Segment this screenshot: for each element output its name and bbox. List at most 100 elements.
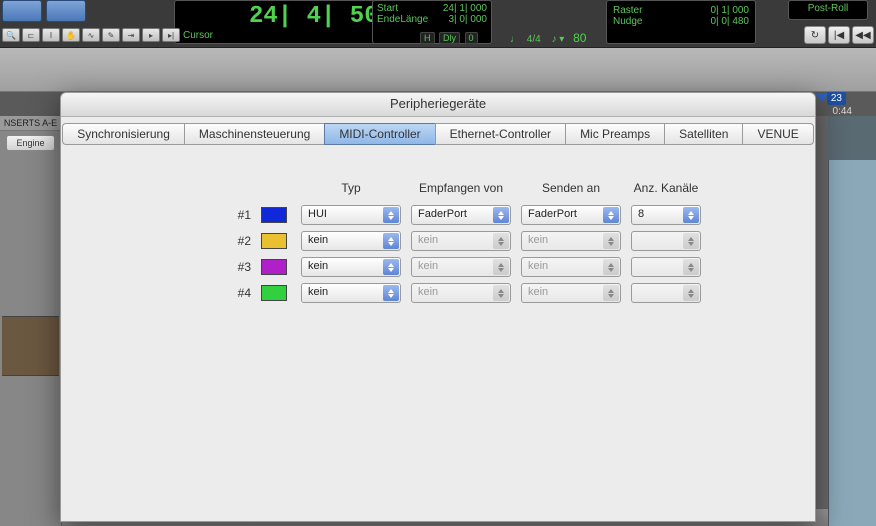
stepper-arrows-icon bbox=[493, 285, 509, 301]
stepper-arrows-icon[interactable] bbox=[383, 285, 399, 301]
playhead-icon[interactable] bbox=[816, 94, 828, 102]
meter-icon[interactable]: ♩ bbox=[510, 34, 520, 45]
track-name-button[interactable]: Engine bbox=[6, 135, 55, 151]
tool-scrub[interactable]: ∿ bbox=[82, 28, 100, 42]
main-counter-value: 24| 4| 506 bbox=[175, 1, 403, 30]
dialog-title: Peripheriegeräte bbox=[61, 93, 815, 117]
stepper-arrows-icon bbox=[683, 285, 699, 301]
channels-select bbox=[631, 231, 701, 251]
start-value: 24| 1| 000 bbox=[443, 3, 487, 14]
main-counter: 24| 4| 506 Cursor bbox=[174, 0, 404, 44]
dly-value: 0 bbox=[465, 32, 478, 44]
col-channels: Anz. Kanäle bbox=[631, 181, 701, 195]
inserts-header: NSERTS A-E bbox=[0, 116, 61, 131]
postroll-label: Post-Roll bbox=[808, 3, 849, 14]
col-receive: Empfangen von bbox=[411, 181, 511, 195]
length-label: Länge bbox=[400, 14, 428, 25]
tempo-row: ♩ 4/4 ♪ ▾ 80 bbox=[510, 31, 586, 45]
row-number: #4 bbox=[211, 286, 251, 300]
tool-select[interactable]: I bbox=[42, 28, 60, 42]
tool-pencil[interactable]: ✎ bbox=[102, 28, 120, 42]
transport-rtz-button[interactable]: |◀ bbox=[828, 26, 850, 44]
stepper-arrows-icon bbox=[603, 259, 619, 275]
length-value: 3| 0| 000 bbox=[448, 14, 487, 25]
color-swatch[interactable] bbox=[261, 207, 287, 223]
type-select[interactable]: kein bbox=[301, 231, 401, 251]
clip-region[interactable] bbox=[828, 160, 876, 526]
receive-select[interactable]: FaderPort bbox=[411, 205, 511, 225]
send-select: kein bbox=[521, 283, 621, 303]
tool-grab[interactable]: ✋ bbox=[62, 28, 80, 42]
stepper-arrows-icon bbox=[493, 233, 509, 249]
tool-trim[interactable]: ⊏ bbox=[22, 28, 40, 42]
dly-row: H Dly 0 bbox=[420, 33, 480, 43]
raster-value: 0| 1| 000 bbox=[710, 5, 749, 16]
timeline-top-right bbox=[828, 116, 876, 160]
tab-midi-controller[interactable]: MIDI-Controller bbox=[324, 123, 434, 145]
stepper-arrows-icon[interactable] bbox=[603, 207, 619, 223]
receive-select: kein bbox=[411, 283, 511, 303]
mode-buttons bbox=[2, 0, 86, 22]
channels-select[interactable]: 8 bbox=[631, 205, 701, 225]
color-swatch[interactable] bbox=[261, 259, 287, 275]
end-label: Ende bbox=[377, 14, 400, 25]
dialog-tabbar: SynchronisierungMaschinensteuerungMIDI-C… bbox=[61, 123, 815, 145]
channels-select bbox=[631, 257, 701, 277]
receive-select: kein bbox=[411, 257, 511, 277]
tab-venue[interactable]: VENUE bbox=[742, 123, 813, 145]
stepper-arrows-icon bbox=[493, 259, 509, 275]
type-select[interactable]: kein bbox=[301, 257, 401, 277]
grid-header: Typ Empfangen von Senden an Anz. Kanäle bbox=[211, 181, 815, 195]
raster-label: Raster bbox=[613, 5, 642, 16]
tempo-arrow-icon[interactable]: ▾ bbox=[559, 34, 564, 45]
tab-synchronisierung[interactable]: Synchronisierung bbox=[62, 123, 184, 145]
dly-h-icon[interactable]: H bbox=[420, 32, 435, 44]
col-send: Senden an bbox=[521, 181, 621, 195]
tool-extra2[interactable]: ▸| bbox=[162, 28, 180, 42]
stepper-arrows-icon[interactable] bbox=[383, 207, 399, 223]
receive-select: kein bbox=[411, 231, 511, 251]
send-select[interactable]: FaderPort bbox=[521, 205, 621, 225]
tempo-value: 80 bbox=[573, 31, 586, 45]
stepper-arrows-icon[interactable] bbox=[383, 233, 399, 249]
transport-loop-button[interactable]: ↻ bbox=[804, 26, 826, 44]
tab-mic-preamps[interactable]: Mic Preamps bbox=[565, 123, 664, 145]
nudge-label: Nudge bbox=[613, 16, 642, 27]
transport-rewind-button[interactable]: ◀◀ bbox=[852, 26, 874, 44]
edit-tools: 🔍 ⊏ I ✋ ∿ ✎ ⇥ ▸ ▸| bbox=[2, 28, 180, 42]
stepper-arrows-icon[interactable] bbox=[383, 259, 399, 275]
time-sig: 4/4 bbox=[527, 34, 541, 45]
color-swatch[interactable] bbox=[261, 285, 287, 301]
send-select: kein bbox=[521, 257, 621, 277]
nudge-box: Raster0| 1| 000 Nudge0| 0| 480 bbox=[606, 0, 756, 44]
tool-extra1[interactable]: ▸ bbox=[142, 28, 160, 42]
ruler-marker: 23 bbox=[827, 92, 846, 105]
type-select[interactable]: HUI bbox=[301, 205, 401, 225]
stepper-arrows-icon[interactable] bbox=[493, 207, 509, 223]
controller-row: #4 kein kein kein bbox=[211, 283, 815, 303]
postroll-box: Post-Roll bbox=[788, 0, 868, 20]
type-select[interactable]: kein bbox=[301, 283, 401, 303]
mode-button-2[interactable] bbox=[46, 0, 86, 22]
col-type: Typ bbox=[301, 181, 401, 195]
controller-row: #1HUIFaderPortFaderPort8 bbox=[211, 205, 815, 225]
stepper-arrows-icon bbox=[683, 233, 699, 249]
dly-label[interactable]: Dly bbox=[439, 32, 460, 44]
note-icon[interactable]: ♪ bbox=[551, 34, 556, 45]
stepper-arrows-icon[interactable] bbox=[683, 207, 699, 223]
track-sidebar: NSERTS A-E Engine bbox=[0, 116, 62, 526]
tab-maschinensteuerung[interactable]: Maschinensteuerung bbox=[184, 123, 324, 145]
start-label: Start bbox=[377, 3, 398, 14]
ruler-strip bbox=[0, 48, 876, 92]
channels-select bbox=[631, 283, 701, 303]
top-toolbar: 24| 4| 506 Cursor Start 24| 1| 000 Ende L… bbox=[0, 0, 876, 48]
tab-ethernet-controller[interactable]: Ethernet-Controller bbox=[435, 123, 565, 145]
peripherals-dialog: Peripheriegeräte SynchronisierungMaschin… bbox=[60, 92, 816, 522]
tab-satelliten[interactable]: Satelliten bbox=[664, 123, 742, 145]
tool-zoom[interactable]: 🔍 bbox=[2, 28, 20, 42]
row-number: #3 bbox=[211, 260, 251, 274]
tool-smart[interactable]: ⇥ bbox=[122, 28, 140, 42]
mode-button-1[interactable] bbox=[2, 0, 42, 22]
send-select: kein bbox=[521, 231, 621, 251]
color-swatch[interactable] bbox=[261, 233, 287, 249]
